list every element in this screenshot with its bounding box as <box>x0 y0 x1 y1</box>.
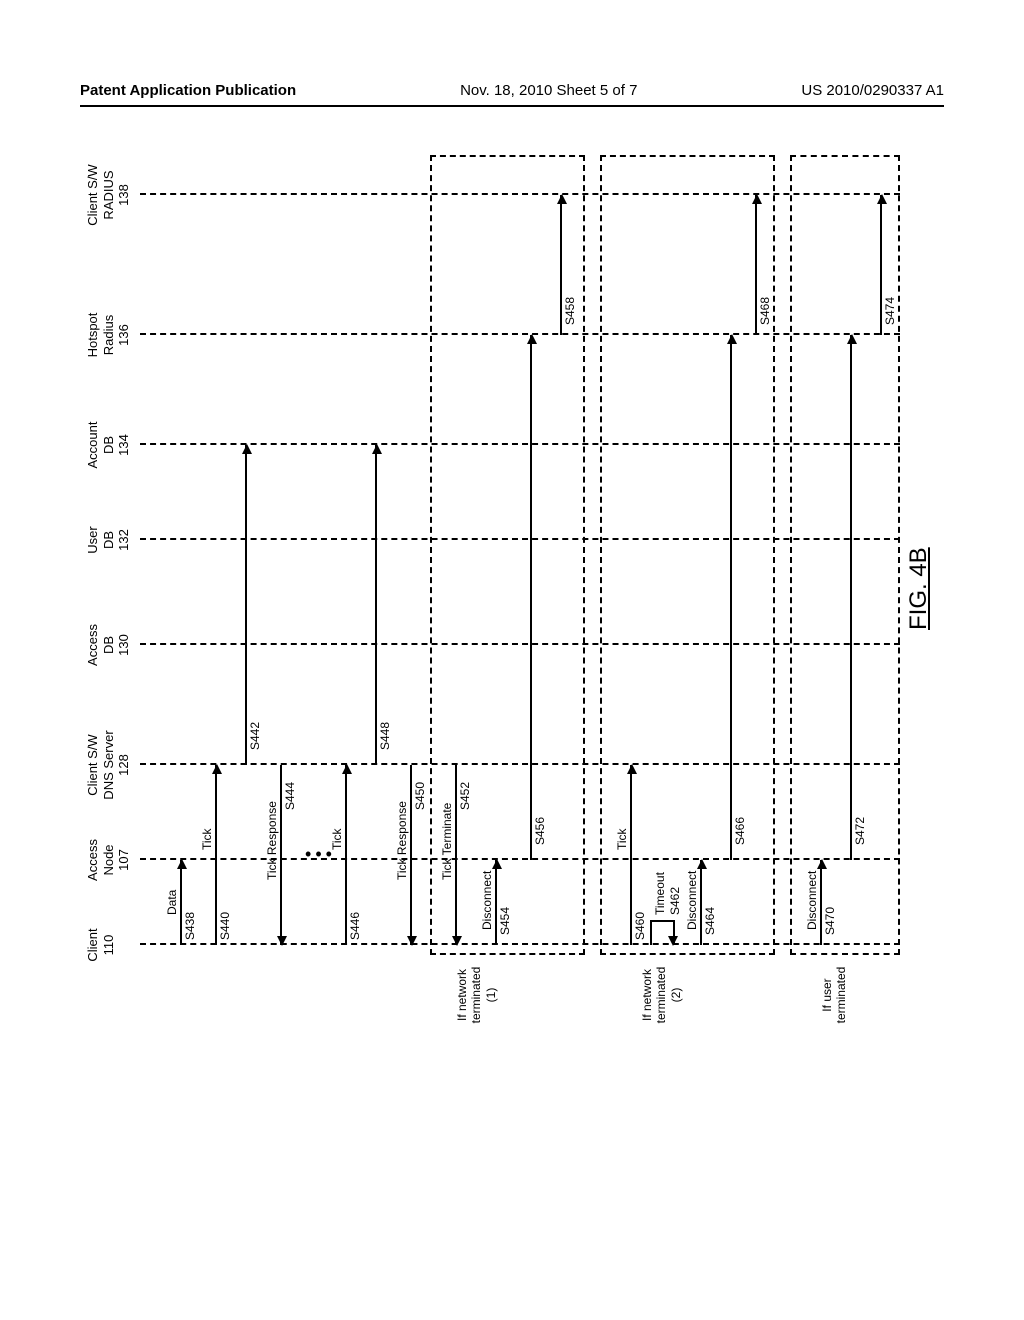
msg-label: Tick <box>615 828 629 850</box>
actor-name: Client S/W RADIUS <box>85 164 116 225</box>
actor-id: 132 <box>116 529 131 551</box>
msg-label: Tick <box>200 828 214 850</box>
msg-step: S450 <box>413 782 427 810</box>
actor-id: 136 <box>116 324 131 346</box>
msg-step: S474 <box>883 297 897 325</box>
msg-step: S440 <box>218 912 232 940</box>
actor-id: 138 <box>116 184 131 206</box>
block-label: If network terminated (1) <box>455 960 498 1030</box>
actor-access-node: Access Node 107 <box>85 825 132 895</box>
msg-timeout-loop <box>650 920 675 945</box>
header-left: Patent Application Publication <box>80 82 296 99</box>
msg-step: S452 <box>458 782 472 810</box>
msg-label: Tick <box>330 828 344 850</box>
actor-dns-server: Client S/W DNS Server 128 <box>85 720 132 810</box>
block-label: If network terminated (2) <box>640 960 683 1030</box>
msg-label: Timeout <box>653 872 667 915</box>
actor-name: Client <box>85 928 100 961</box>
actor-name: Client S/W DNS Server <box>85 730 116 799</box>
msg-step: S472 <box>853 817 867 845</box>
actor-id: 110 <box>101 935 116 956</box>
msg-step: S454 <box>498 907 512 935</box>
actor-client: Client 110 <box>85 915 116 975</box>
msg-step: S462 <box>668 887 682 915</box>
actor-name: Account DB <box>85 422 116 469</box>
actor-name: Access Node <box>85 839 116 881</box>
actor-client-radius: Client S/W RADIUS 138 <box>85 150 132 240</box>
actor-name: Hotspot Radius <box>85 313 116 358</box>
msg-step: S464 <box>703 907 717 935</box>
msg-label: Disconnect <box>805 871 819 930</box>
msg-step: S442 <box>248 722 262 750</box>
msg-label: Disconnect <box>685 871 699 930</box>
actor-access-db: Access DB 130 <box>85 610 132 680</box>
msg-label: Tick Terminate <box>440 803 454 880</box>
msg-step: S456 <box>533 817 547 845</box>
msg-step: S466 <box>733 817 747 845</box>
actor-id: 134 <box>116 434 131 456</box>
msg-step: S438 <box>183 912 197 940</box>
actor-user-db: User DB 132 <box>85 510 132 570</box>
page-header: Patent Application Publication Nov. 18, … <box>0 82 1024 99</box>
diagram-container: Client 110 Access Node 107 Client S/W DN… <box>85 140 935 1010</box>
actor-hotspot-radius: Hotspot Radius 136 <box>85 300 132 370</box>
actor-id: 107 <box>116 849 131 871</box>
msg-label: Tick Response <box>265 801 279 880</box>
header-center: Nov. 18, 2010 Sheet 5 of 7 <box>460 82 637 99</box>
msg-label: Tick Response <box>395 801 409 880</box>
sequence-diagram: Client 110 Access Node 107 Client S/W DN… <box>85 140 935 1010</box>
header-rule <box>80 105 944 107</box>
block-label: If user terminated <box>820 960 849 1030</box>
msg-step: S448 <box>378 722 392 750</box>
actor-name: User DB <box>85 526 116 553</box>
msg-step: S458 <box>563 297 577 325</box>
msg-step: S444 <box>283 782 297 810</box>
actor-id: 130 <box>116 634 131 656</box>
msg-step: S470 <box>823 907 837 935</box>
block-user-terminated <box>790 155 900 955</box>
msg-step: S460 <box>633 912 647 940</box>
msg-step: S468 <box>758 297 772 325</box>
actor-id: 128 <box>116 754 131 776</box>
actor-account-db: Account DB 134 <box>85 410 132 480</box>
actor-name: Access DB <box>85 624 116 666</box>
msg-label: Disconnect <box>480 871 494 930</box>
msg-step: S446 <box>348 912 362 940</box>
figure-label: FIG. 4B <box>905 547 933 630</box>
header-right: US 2010/0290337 A1 <box>801 82 944 99</box>
msg-label: Data <box>165 890 179 915</box>
